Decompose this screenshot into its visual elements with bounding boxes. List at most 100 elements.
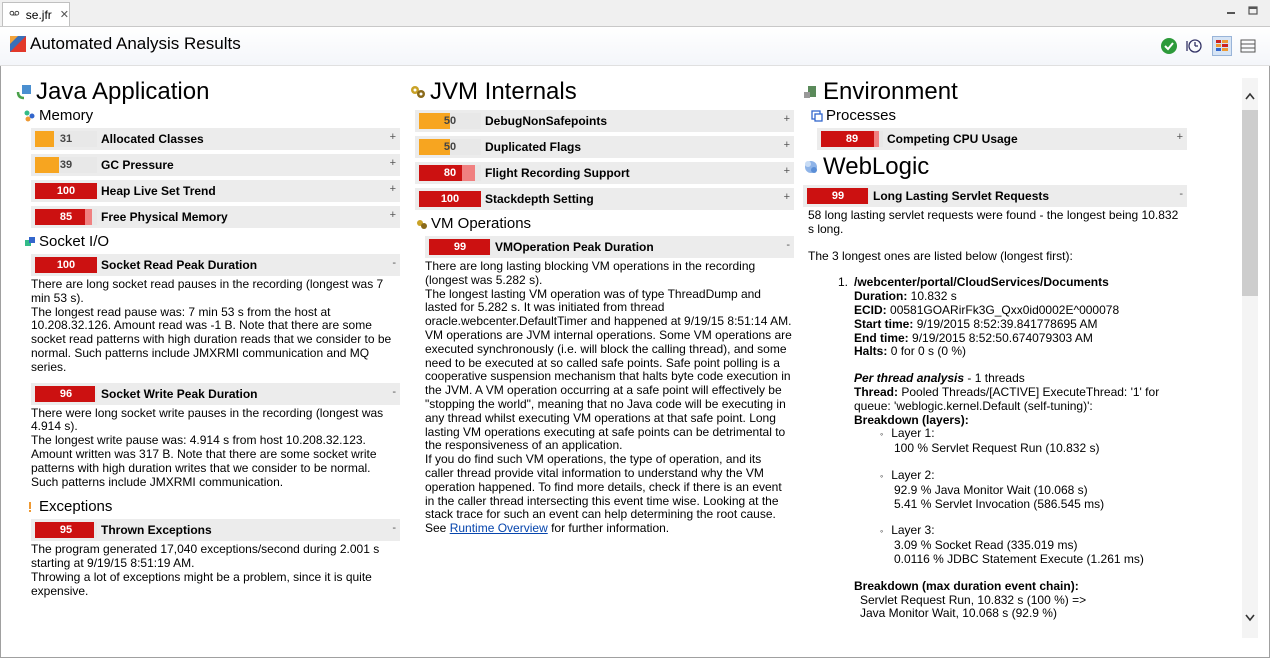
rule-label: Socket Read Peak Duration <box>101 258 258 272</box>
processes-rules: 89 Competing CPU Usage + <box>817 128 1187 150</box>
rule-heap-live-set-trend[interactable]: 100 Heap Live Set Trend + <box>31 180 400 202</box>
section-java-application: Java Application <box>16 78 400 106</box>
history-icon[interactable] <box>1185 37 1203 55</box>
expand-toggle[interactable]: + <box>390 157 396 169</box>
score-bar: 96 <box>35 385 97 402</box>
socket-rules: 100 Socket Read Peak Duration - There ar… <box>31 254 400 489</box>
score-bar: 89 <box>821 131 883 147</box>
expand-toggle[interactable]: + <box>784 113 790 125</box>
page-title: Automated Analysis Results <box>30 34 241 53</box>
duration-key: Duration: <box>854 289 908 304</box>
rule-thrown-exceptions[interactable]: 95 Thrown Exceptions - <box>31 519 400 542</box>
collapse-toggle[interactable]: - <box>392 257 396 269</box>
score-value: 96 <box>59 387 73 400</box>
servlet-request-item: 1. /webcenter/portal/CloudServices/Docum… <box>808 275 1180 621</box>
jvm-rules: 50 DebugNonSafepoints + 50 Duplicated Fl… <box>415 110 794 210</box>
rule-long-lasting-servlet-requests[interactable]: 99 Long Lasting Servlet Requests - <box>803 185 1187 207</box>
rule-label: Heap Live Set Trend <box>101 184 216 198</box>
runtime-overview-link[interactable]: Runtime Overview <box>450 521 548 535</box>
maximize-icon[interactable] <box>1248 6 1258 15</box>
scroll-down-icon[interactable] <box>1245 614 1255 622</box>
score-value: 31 <box>59 133 73 145</box>
rule-free-physical-memory[interactable]: 85 Free Physical Memory + <box>31 206 400 228</box>
expand-toggle[interactable]: + <box>784 139 790 151</box>
jvm-internals-column: JVM Internals 50 DebugNonSafepoints + 50… <box>410 78 794 544</box>
close-icon[interactable]: ✕ <box>60 8 69 21</box>
rule-label: Free Physical Memory <box>101 210 228 224</box>
results-header: Automated Analysis Results <box>0 27 1270 66</box>
rule-label: Flight Recording Support <box>485 166 630 180</box>
duration-value: 10.832 s <box>910 289 957 304</box>
check-icon[interactable] <box>1160 37 1178 55</box>
score-value: 85 <box>59 211 73 223</box>
recording-icon <box>9 10 20 15</box>
analysis-report-icon <box>10 36 26 52</box>
weblogic-rules: 99 Long Lasting Servlet Requests - <box>803 185 1187 207</box>
rule-description: There are long socket read pauses in the… <box>31 277 400 375</box>
table-view-icon[interactable] <box>1239 37 1257 55</box>
rule-explanation: The longest write pause was: 4.914 s fro… <box>31 433 377 489</box>
layer-1: ◦ Layer 1: <box>880 426 935 441</box>
rule-gc-pressure[interactable]: 39 GC Pressure + <box>31 154 400 176</box>
rule-debug-non-safepoints[interactable]: 50 DebugNonSafepoints + <box>415 110 794 132</box>
expand-toggle[interactable]: + <box>784 191 790 203</box>
expand-toggle[interactable]: + <box>1177 131 1183 143</box>
score-value: 100 <box>440 193 460 205</box>
item-number: 1. <box>837 275 848 290</box>
rule-explanation: Throwing a lot of exceptions might be a … <box>31 569 372 598</box>
layer-2-entry-b: 5.41 % Servlet Invocation (586.545 ms) <box>894 496 1105 511</box>
subsection-processes: Processes <box>811 106 1187 126</box>
vmops-description: There are long lasting blocking VM opera… <box>425 259 793 536</box>
rule-duplicated-flags[interactable]: 50 Duplicated Flags + <box>415 136 794 158</box>
score-value: 99 <box>831 190 845 202</box>
ecid-value: 00581GOARirFk3G_Qxx0id0002E^000078 <box>890 302 1120 317</box>
minimize-icon[interactable] <box>1226 6 1236 15</box>
score-bar: 100 <box>35 257 97 273</box>
tab-se-jfr[interactable]: se.jfr ✕ <box>2 2 70 26</box>
environment-icon <box>804 86 816 98</box>
per-thread-key: Per thread analysis <box>854 371 965 386</box>
rule-vmoperation-peak-duration[interactable]: 99 VMOperation Peak Duration - <box>425 236 794 258</box>
expand-toggle[interactable]: + <box>390 209 396 221</box>
score-value: 50 <box>443 141 457 153</box>
score-bar: 100 <box>419 191 481 207</box>
layer-2-entry-a: 92.9 % Java Monitor Wait (10.068 s) <box>894 482 1088 497</box>
socket-icon <box>25 237 35 246</box>
rule-socket-read-peak[interactable]: 100 Socket Read Peak Duration - <box>31 254 400 276</box>
thread-key: Thread: <box>854 384 899 399</box>
rule-summary: The program generated 17,040 exceptions/… <box>31 542 380 571</box>
score-bar: 50 <box>419 139 481 155</box>
weblogic-description: 58 long lasting servlet requests were fo… <box>808 208 1180 621</box>
start-time-value: 9/19/2015 8:52:39.841778695 AM <box>916 316 1098 331</box>
subsection-exceptions: Exceptions <box>24 497 400 517</box>
grid-view-icon[interactable] <box>1212 36 1232 56</box>
vertical-scrollbar[interactable] <box>1242 78 1258 638</box>
score-value: 100 <box>56 185 76 197</box>
rule-flight-recording-support[interactable]: 80 Flight Recording Support + <box>415 162 794 184</box>
scroll-up-icon[interactable] <box>1245 92 1255 100</box>
score-bar: 95 <box>35 522 97 539</box>
score-bar: 80 <box>419 165 481 181</box>
collapse-toggle[interactable]: - <box>392 386 396 398</box>
memory-icon <box>24 110 35 122</box>
collapse-toggle[interactable]: - <box>392 522 396 534</box>
vmops-summary: There are long lasting blocking VM opera… <box>425 259 756 287</box>
layer-3: ◦ Layer 3: <box>880 523 935 538</box>
vmops-advice: If you do find such VM operations, the t… <box>425 452 793 536</box>
layer-3-entry-a: 3.09 % Socket Read (335.019 ms) <box>894 538 1078 553</box>
collapse-toggle[interactable]: - <box>786 239 790 251</box>
rule-label: Stackdepth Setting <box>485 192 594 206</box>
expand-toggle[interactable]: + <box>390 131 396 143</box>
rule-allocated-classes[interactable]: 31 Allocated Classes + <box>31 128 400 150</box>
rule-socket-write-peak[interactable]: 96 Socket Write Peak Duration - <box>31 382 400 405</box>
processes-icon <box>811 110 823 122</box>
rule-stackdepth-setting[interactable]: 100 Stackdepth Setting + <box>415 188 794 210</box>
expand-toggle[interactable]: + <box>784 165 790 177</box>
scrollbar-thumb[interactable] <box>1242 110 1258 296</box>
score-bar: 99 <box>429 239 491 255</box>
rule-competing-cpu-usage[interactable]: 89 Competing CPU Usage + <box>817 128 1187 150</box>
item-details: /webcenter/portal/CloudServices/Document… <box>854 275 1180 621</box>
collapse-toggle[interactable]: - <box>1179 188 1183 200</box>
score-bar: 99 <box>807 188 869 204</box>
expand-toggle[interactable]: + <box>390 183 396 195</box>
